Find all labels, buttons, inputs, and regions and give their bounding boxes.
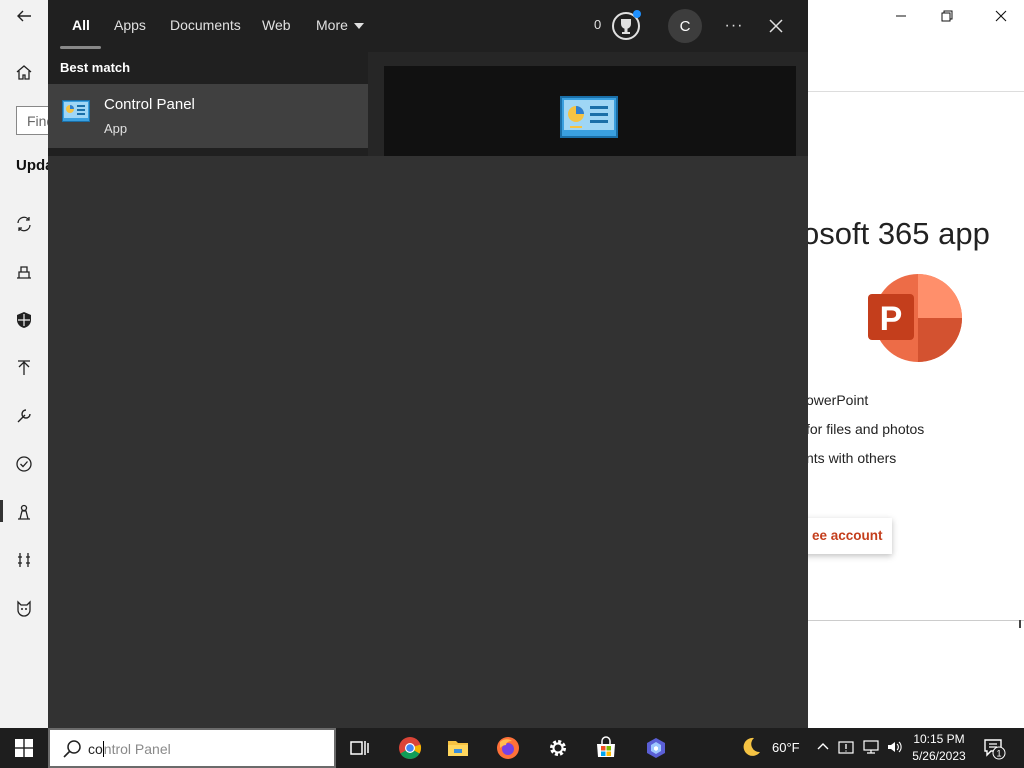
taskbar-search-input[interactable]: control Panel bbox=[48, 728, 336, 768]
tab-apps[interactable]: Apps bbox=[114, 17, 146, 33]
preview-header bbox=[384, 66, 796, 156]
control-panel-large-icon bbox=[560, 96, 618, 138]
search-tabs-bar: All Apps Documents Web More 0 C ··· bbox=[48, 0, 808, 52]
firefox-icon[interactable] bbox=[496, 736, 520, 760]
microsoft-365-promo-card: osoft 365 app P owerPoint for files and … bbox=[788, 91, 1024, 621]
notification-count: 1 bbox=[996, 749, 1001, 759]
chevron-up-icon[interactable] bbox=[816, 740, 830, 754]
search-query: control Panel bbox=[88, 741, 171, 757]
result-preview-pane bbox=[368, 52, 808, 156]
volume-icon[interactable] bbox=[886, 739, 902, 755]
tab-more-label: More bbox=[316, 17, 348, 33]
svg-text:P: P bbox=[880, 300, 903, 338]
caret-down-icon bbox=[353, 23, 364, 30]
result-type: App bbox=[104, 121, 128, 136]
search-icon bbox=[63, 740, 81, 758]
selected-indicator bbox=[0, 500, 3, 522]
rewards-points-count: 0 bbox=[594, 17, 602, 32]
result-title: Control Panel bbox=[104, 96, 195, 113]
powerpoint-logo-icon: P bbox=[868, 274, 962, 362]
notification-icon: 1 bbox=[984, 739, 1006, 760]
restore-button[interactable] bbox=[924, 0, 970, 32]
feature-files-photos: for files and photos bbox=[806, 421, 925, 437]
recovery-check-icon[interactable] bbox=[12, 452, 36, 476]
tab-documents[interactable]: Documents bbox=[170, 17, 241, 33]
windows-update-icon[interactable] bbox=[12, 212, 36, 236]
close-search-button[interactable] bbox=[760, 10, 792, 42]
window-controls bbox=[808, 0, 1024, 32]
scrollbar-tick bbox=[1019, 620, 1021, 628]
search-results-list: Best match Control Panel App bbox=[48, 52, 368, 156]
home-icon[interactable] bbox=[12, 60, 36, 84]
search-autocomplete-hint: ntrol Panel bbox=[103, 741, 171, 757]
backup-icon[interactable] bbox=[12, 356, 36, 380]
activation-icon[interactable] bbox=[12, 500, 36, 524]
clock-time: 10:15 PM bbox=[913, 732, 965, 746]
troubleshoot-wrench-icon[interactable] bbox=[12, 404, 36, 428]
user-avatar[interactable]: C bbox=[668, 9, 702, 43]
rewards-trophy-icon[interactable] bbox=[610, 10, 642, 42]
active-tab-underline bbox=[60, 46, 101, 49]
weather-temperature[interactable]: 60°F bbox=[772, 740, 800, 755]
security-tray-icon[interactable] bbox=[838, 739, 854, 755]
action-center-button[interactable]: 1 bbox=[982, 736, 1006, 760]
find-my-device-icon[interactable] bbox=[12, 548, 36, 572]
settings-gear-icon[interactable] bbox=[546, 736, 570, 760]
back-arrow-icon[interactable] bbox=[12, 4, 36, 28]
microsoft-store-icon[interactable] bbox=[594, 736, 618, 760]
taskbar: control Panel 60°F 10:15 PM 5/26/2023 1 bbox=[0, 728, 1024, 768]
delivery-optimization-icon[interactable] bbox=[12, 260, 36, 284]
chrome-icon[interactable] bbox=[398, 736, 422, 760]
network-icon[interactable] bbox=[862, 739, 880, 755]
windows-security-shield-icon[interactable] bbox=[12, 308, 36, 332]
feature-powerpoint: owerPoint bbox=[806, 392, 869, 408]
system-clock[interactable]: 10:15 PM 5/26/2023 bbox=[904, 731, 974, 765]
task-view-icon[interactable] bbox=[348, 736, 372, 760]
feature-share-docs: nts with others bbox=[806, 450, 897, 466]
tab-web[interactable]: Web bbox=[262, 17, 291, 33]
clock-date: 5/26/2023 bbox=[912, 749, 966, 763]
minimize-button[interactable] bbox=[878, 0, 924, 32]
moon-weather-icon[interactable] bbox=[740, 736, 762, 758]
search-flyout: All Apps Documents Web More 0 C ··· Best… bbox=[48, 0, 808, 728]
promo-title: osoft 365 app bbox=[802, 216, 990, 251]
result-control-panel[interactable]: Control Panel App bbox=[48, 84, 368, 148]
tab-more[interactable]: More bbox=[316, 17, 364, 33]
settings-sidebar: Find Upda bbox=[0, 0, 56, 728]
tab-all[interactable]: All bbox=[72, 17, 90, 33]
windows-logo-icon bbox=[15, 739, 33, 757]
search-typed-text: co bbox=[88, 741, 103, 757]
control-panel-icon bbox=[62, 100, 90, 122]
more-options-button[interactable]: ··· bbox=[718, 12, 750, 40]
start-button[interactable] bbox=[0, 728, 48, 768]
best-match-heading: Best match bbox=[60, 60, 131, 75]
close-window-button[interactable] bbox=[978, 0, 1024, 32]
copilot-icon[interactable] bbox=[644, 736, 668, 760]
file-explorer-icon[interactable] bbox=[446, 736, 470, 760]
developers-cat-icon[interactable] bbox=[12, 596, 36, 620]
